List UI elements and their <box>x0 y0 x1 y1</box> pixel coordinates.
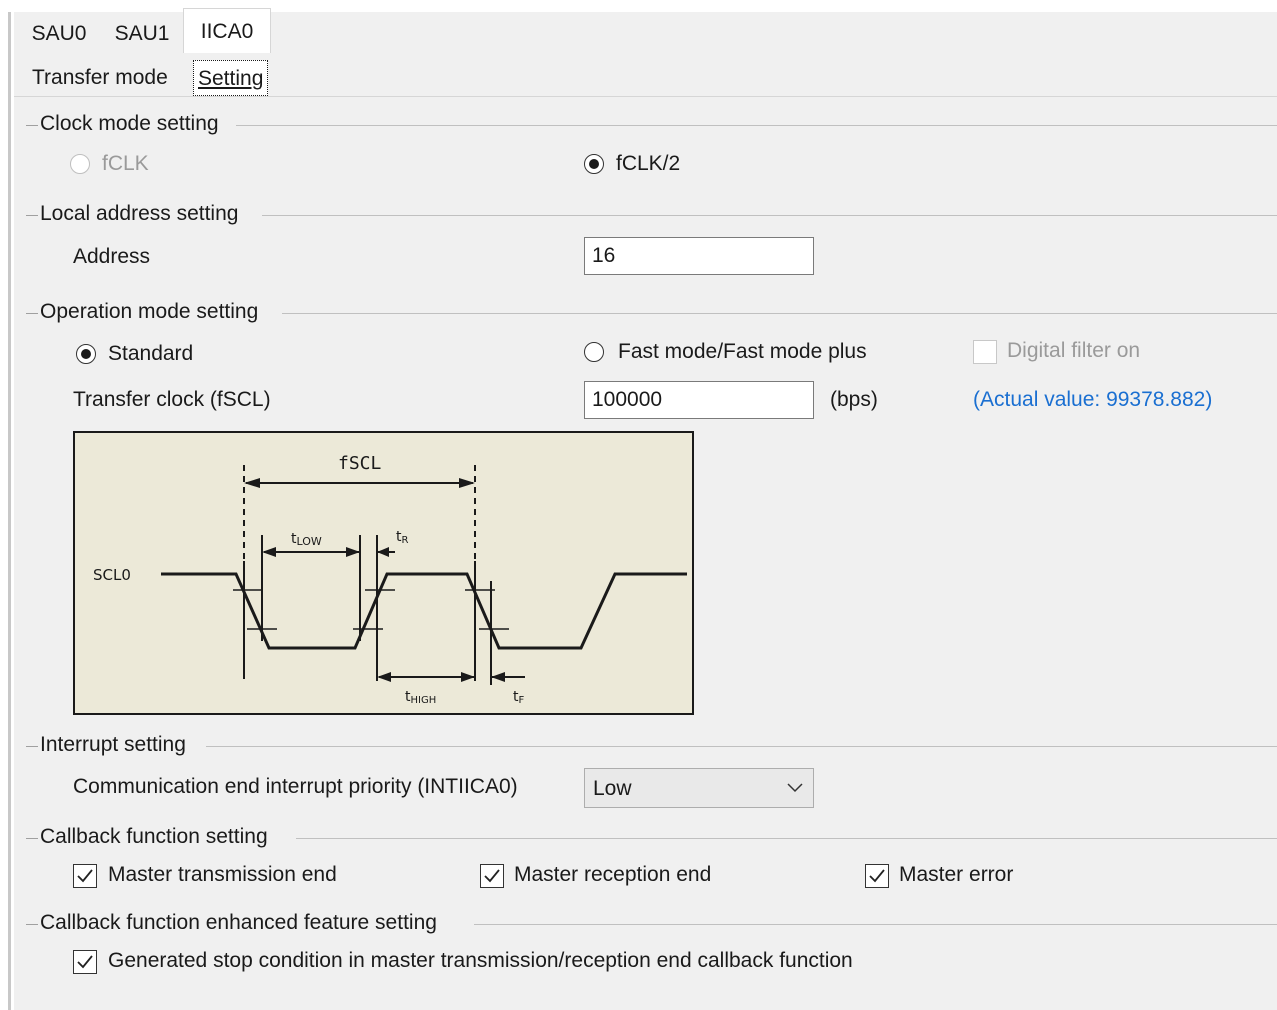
radio-fclk-label: fCLK <box>102 152 149 175</box>
section-heading: Clock mode setting <box>40 112 219 136</box>
generated-stop-condition-checkbox[interactable] <box>73 950 97 974</box>
interrupt-priority-value: Low <box>593 777 632 800</box>
actual-value-text: (Actual value: 99378.882) <box>973 388 1213 411</box>
section-heading: Operation mode setting <box>40 300 259 324</box>
transfer-clock-label: Transfer clock (fSCL) <box>73 388 271 411</box>
interrupt-priority-label: Communication end interrupt priority (IN… <box>73 775 518 798</box>
digital-filter-checkbox[interactable] <box>973 340 997 364</box>
checkmark-icon <box>484 869 500 883</box>
master-transmission-end-checkbox[interactable] <box>73 864 97 888</box>
tab-sau0[interactable]: SAU0 <box>22 12 96 56</box>
master-reception-end-label: Master reception end <box>514 863 712 886</box>
section-clock-mode: Clock mode setting <box>24 112 1277 138</box>
section-local-address: Local address setting <box>24 202 1277 228</box>
section-heading: Local address setting <box>40 202 239 226</box>
radio-fast-mode-label: Fast mode/Fast mode plus <box>618 340 867 363</box>
scl0-label: SCL0 <box>93 566 131 584</box>
checkmark-icon <box>77 869 93 883</box>
transfer-clock-unit: (bps) <box>830 388 878 411</box>
radio-standard-label: Standard <box>108 342 194 365</box>
tab-transfer-mode[interactable]: Transfer mode <box>32 58 168 96</box>
checkmark-icon <box>869 869 885 883</box>
radio-standard[interactable] <box>76 344 96 364</box>
scl-timing-diagram: fSCL tLOW tR SCL0 tHIGH tF <box>73 431 694 715</box>
section-heading: Callback function enhanced feature setti… <box>40 911 437 935</box>
transfer-clock-input[interactable]: 100000 <box>584 381 814 419</box>
fscl-label: fSCL <box>338 453 382 474</box>
checkmark-icon <box>77 955 93 969</box>
tab-iica0[interactable]: IICA0 <box>183 8 271 53</box>
master-error-label: Master error <box>899 863 1014 886</box>
section-callback: Callback function setting <box>24 825 1277 851</box>
left-border <box>8 12 11 1010</box>
address-input[interactable]: 16 <box>584 237 814 275</box>
radio-fclk[interactable] <box>70 154 90 174</box>
generated-stop-condition-label: Generated stop condition in master trans… <box>108 949 853 972</box>
tab-setting[interactable]: Setting <box>193 60 269 96</box>
section-heading: Interrupt setting <box>40 733 186 757</box>
master-reception-end-checkbox[interactable] <box>480 864 504 888</box>
master-error-checkbox[interactable] <box>865 864 889 888</box>
digital-filter-label: Digital filter on <box>1007 339 1141 362</box>
section-operation-mode: Operation mode setting <box>24 300 1277 326</box>
radio-fclk2-label: fCLK/2 <box>616 152 681 175</box>
section-heading: Callback function setting <box>40 825 268 849</box>
radio-fclk2[interactable] <box>584 154 604 174</box>
radio-fast-mode[interactable] <box>584 342 604 362</box>
section-callback-enhanced: Callback function enhanced feature setti… <box>24 911 1277 937</box>
chevron-down-icon <box>787 783 803 793</box>
interrupt-priority-select[interactable]: Low <box>584 768 814 808</box>
tab-sau1[interactable]: SAU1 <box>102 12 182 56</box>
section-interrupt: Interrupt setting <box>24 733 1277 759</box>
address-label: Address <box>73 245 151 268</box>
master-transmission-end-label: Master transmission end <box>108 863 337 886</box>
